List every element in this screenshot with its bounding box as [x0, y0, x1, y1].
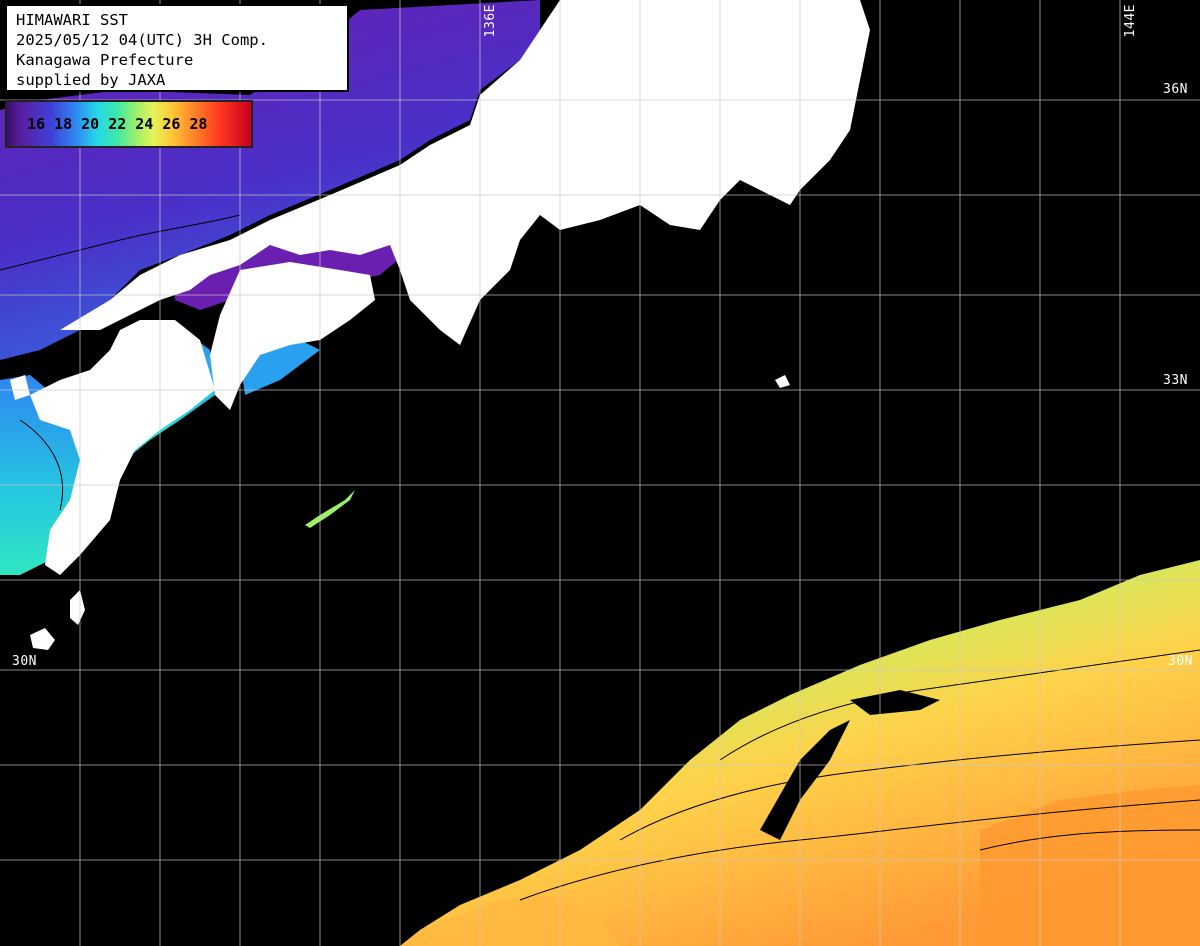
legend-tick-16: 16 — [27, 115, 46, 133]
sst-map-view: HIMAWARI SST 2025/05/12 04(UTC) 3H Comp.… — [0, 0, 1200, 946]
map-title-box: HIMAWARI SST 2025/05/12 04(UTC) 3H Comp.… — [5, 4, 349, 92]
legend-tick-26: 26 — [162, 115, 181, 133]
latitude-label-30n-east: 30N — [1168, 654, 1193, 669]
latitude-label-33n: 33N — [1163, 373, 1188, 388]
region-name: Kanagawa Prefecture — [16, 51, 194, 69]
legend-tick-20: 20 — [81, 115, 100, 133]
latitude-label-30n: 30N — [12, 654, 37, 669]
longitude-label-144e: 144E — [1123, 4, 1138, 38]
latitude-label-36n: 36N — [1163, 82, 1188, 97]
warm-sst-region — [305, 490, 1200, 946]
longitude-label-136e: 136E — [483, 4, 498, 38]
legend-tick-18: 18 — [54, 115, 73, 133]
legend-tick-22: 22 — [108, 115, 127, 133]
legend-tick-24: 24 — [135, 115, 154, 133]
legend-tick-28: 28 — [189, 115, 208, 133]
sst-color-legend: 16 18 20 22 24 26 28 — [5, 100, 253, 148]
product-title: HIMAWARI SST — [16, 11, 128, 29]
observation-time: 2025/05/12 04(UTC) 3H Comp. — [16, 31, 268, 49]
data-credit: supplied by JAXA — [16, 71, 166, 89]
